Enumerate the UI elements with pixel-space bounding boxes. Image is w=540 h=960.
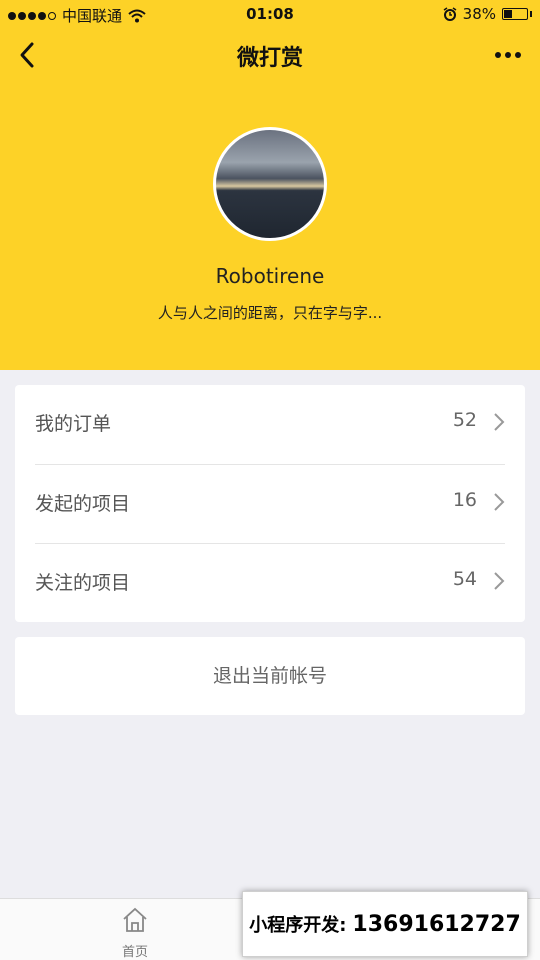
menu-item-initiated-projects[interactable]: 发起的项目 16 [35,464,505,543]
menu-item-label: 发起的项目 [35,493,131,515]
username: Robotirene [215,264,325,288]
tab-home-label: 首页 [121,945,148,960]
battery-tip [530,11,532,17]
alarm-icon [443,7,457,21]
battery-percent: 38% [462,5,496,23]
more-icon[interactable] [488,38,528,72]
menu-item-count: 54 [452,568,477,590]
user-bio: 人与人之间的距离，只在字与字... [157,304,383,322]
avatar [213,127,327,241]
battery-icon [502,8,528,20]
promo-label: 小程序开发: [249,915,347,936]
menu-item-count: 52 [452,409,477,431]
logout-button[interactable]: 退出当前帐号 [15,637,525,715]
menu-card: 我的订单 52 发起的项目 16 关注的项目 54 [15,385,525,622]
profile-header: 中国联通 01:08 38% 微打赏 Robotirene 人与人之间的距离，只… [0,0,540,370]
home-icon [123,907,147,932]
chevron-right-icon [494,572,505,590]
chevron-right-icon [494,413,505,431]
menu-item-count: 16 [452,489,477,511]
nav-bar: 微打赏 [0,28,540,82]
chevron-right-icon [494,493,505,511]
menu-item-label: 关注的项目 [35,572,131,594]
promo-overlay: 小程序开发: 13691612727 [242,891,528,957]
battery-level [504,10,512,18]
page-title: 微打赏 [236,46,303,71]
menu-item-my-orders[interactable]: 我的订单 52 [35,385,505,464]
status-right: 38% [443,5,532,23]
status-bar: 中国联通 01:08 38% [0,0,540,28]
tab-home[interactable]: 首页 [95,907,175,960]
menu-item-label: 我的订单 [35,413,112,435]
promo-phone: 13691612727 [352,911,521,937]
menu-item-followed-projects[interactable]: 关注的项目 54 [35,543,505,622]
